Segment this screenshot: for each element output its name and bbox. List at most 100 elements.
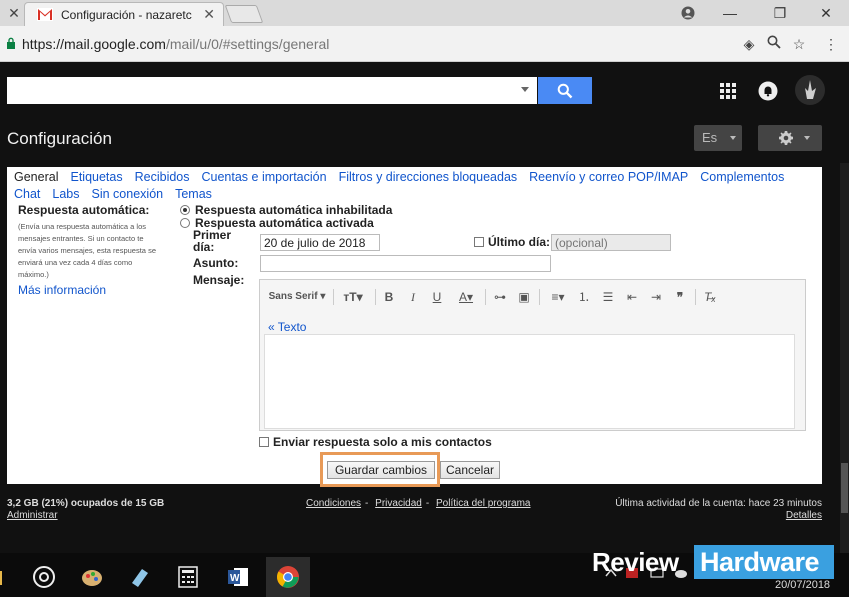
format-toolbar: Sans Serif ▾ тT▾ B I U A▾ ⊶ ▣ ≡▾ ⒈ ☰ ⇤ ⇥…	[263, 286, 798, 308]
search-input[interactable]	[7, 77, 537, 104]
indent-less-icon[interactable]: ⇤	[623, 289, 641, 305]
tab-sin-conexión[interactable]: Sin conexión	[92, 187, 164, 201]
autoreply-off-option[interactable]: Respuesta automática inhabilitada	[180, 203, 392, 217]
windows-taskbar: W Review Hardware 20/07/2018	[0, 545, 849, 597]
chevron-down-icon	[730, 136, 736, 140]
link-icon[interactable]: ⊶	[491, 289, 509, 305]
indent-more-icon[interactable]: ⇥	[647, 289, 665, 305]
subject-input[interactable]	[260, 255, 551, 272]
tab-reenvío-y-correo-pop-imap[interactable]: Reenvío y correo POP/IMAP	[529, 170, 688, 184]
site-settings-icon[interactable]: ◈	[740, 35, 758, 53]
cancel-button[interactable]: Cancelar	[440, 461, 500, 479]
notifications-bell-icon[interactable]	[758, 81, 778, 101]
align-icon[interactable]: ≡▾	[545, 289, 571, 305]
first-day-input[interactable]	[260, 234, 380, 251]
font-family-select[interactable]: Sans Serif ▾	[267, 289, 327, 305]
tab-etiquetas[interactable]: Etiquetas	[70, 170, 122, 184]
media-player-icon[interactable]	[22, 557, 66, 597]
watermark-hardware: Hardware	[694, 545, 834, 579]
save-button[interactable]: Guardar cambios	[327, 461, 435, 479]
url-field[interactable]: https://mail.google.com/mail/u/0/#settin…	[22, 36, 329, 52]
autoreply-on-radio[interactable]	[180, 218, 190, 228]
avatar[interactable]	[795, 75, 825, 105]
message-label: Mensaje:	[193, 273, 245, 287]
numbered-list-icon[interactable]: ⒈	[575, 289, 593, 305]
watermark-review: Review	[592, 547, 679, 577]
search-button[interactable]	[538, 77, 592, 104]
message-body-input[interactable]	[264, 334, 795, 429]
search-options-icon[interactable]	[521, 87, 529, 92]
paint-icon[interactable]	[70, 557, 114, 597]
chrome-menu-icon[interactable]: ⋮	[822, 35, 840, 53]
tab-close-icon[interactable]: ✕	[203, 6, 215, 23]
calculator-icon[interactable]	[166, 557, 210, 597]
tab-labs[interactable]: Labs	[52, 187, 79, 201]
chrome-icon[interactable]	[266, 557, 310, 597]
settings-panel: General Etiquetas Recibidos Cuentas e impor…	[7, 167, 822, 487]
tab-title: Configuración - nazaretc	[61, 8, 192, 22]
bookmark-star-icon[interactable]: ☆	[790, 35, 808, 53]
lock-icon	[7, 37, 15, 49]
page-title: Configuración	[7, 129, 112, 148]
bulleted-list-icon[interactable]: ☰	[599, 289, 617, 305]
storage-usage: 3,2 GB (21%) ocupados de 15 GB	[7, 498, 165, 509]
settings-header: Configuración Es	[0, 119, 849, 163]
plain-text-link[interactable]: « Texto	[268, 320, 306, 334]
gear-icon	[779, 131, 793, 145]
tab-filtros-y-direcciones-bloqueadas[interactable]: Filtros y direcciones bloqueadas	[339, 170, 518, 184]
more-info-link[interactable]: Más información	[18, 283, 168, 297]
tab-general[interactable]: General	[14, 170, 58, 184]
message-editor: Sans Serif ▾ тT▾ B I U A▾ ⊶ ▣ ≡▾ ⒈ ☰ ⇤ ⇥…	[259, 279, 806, 431]
terms-link[interactable]: Condiciones	[306, 498, 361, 509]
browser-tab-gmail[interactable]: Configuración - nazaretc ✕	[24, 2, 224, 26]
language-button[interactable]: Es	[694, 125, 742, 151]
first-day-label: Primer día:	[193, 228, 232, 254]
zoom-icon[interactable]	[765, 35, 783, 53]
word-icon[interactable]: W	[216, 557, 260, 597]
close-window-icon[interactable]: ✕	[814, 3, 838, 23]
gmail-header	[0, 63, 849, 119]
gmail-footer: 3,2 GB (21%) ocupados de 15 GB Administr…	[7, 498, 822, 522]
tab-cuentas-e-importación[interactable]: Cuentas e importación	[202, 170, 327, 184]
privacy-link[interactable]: Privacidad	[375, 498, 422, 509]
autoreply-title: Respuesta automática:	[18, 203, 150, 217]
remove-formatting-icon[interactable]: T̶ₓ	[701, 289, 719, 305]
policy-link[interactable]: Política del programa	[436, 498, 531, 509]
quote-icon[interactable]: ❞	[671, 289, 689, 305]
gmail-icon	[37, 8, 53, 21]
tab-temas[interactable]: Temas	[175, 187, 212, 201]
autoreply-off-radio[interactable]	[180, 205, 190, 215]
close-icon[interactable]: ✕	[6, 5, 22, 21]
notes-icon[interactable]	[118, 557, 162, 597]
image-icon[interactable]: ▣	[515, 289, 533, 305]
tab-recibidos[interactable]: Recibidos	[135, 170, 190, 184]
apps-grid-icon[interactable]	[720, 83, 736, 99]
contacts-only-option[interactable]: Enviar respuesta solo a mis contactos	[259, 435, 492, 449]
file-explorer-icon[interactable]	[0, 557, 14, 597]
restore-icon[interactable]: ❐	[768, 3, 792, 23]
details-link[interactable]: Detalles	[615, 510, 822, 522]
font-size-icon[interactable]: тT▾	[339, 289, 367, 305]
last-activity: Última actividad de la cuenta: hace 23 m…	[615, 498, 822, 509]
underline-icon[interactable]: U	[429, 289, 445, 305]
address-bar: https://mail.google.com/mail/u/0/#settin…	[0, 26, 849, 62]
taskbar-date: 20/07/2018	[775, 579, 831, 591]
bold-icon[interactable]: B	[381, 289, 397, 305]
contacts-only-checkbox[interactable]	[259, 437, 269, 447]
new-tab-button[interactable]	[224, 5, 264, 23]
search-icon	[557, 83, 573, 99]
autoreply-description-column: Respuesta automática: (Envía una respues…	[18, 203, 168, 297]
minimize-icon[interactable]: —	[718, 3, 742, 23]
last-day-input[interactable]	[551, 234, 671, 251]
manage-storage-link[interactable]: Administrar	[7, 510, 164, 522]
tab-complementos[interactable]: Complementos	[700, 170, 784, 184]
last-day-option[interactable]: Último día:	[474, 235, 550, 249]
italic-icon[interactable]: I	[405, 289, 421, 305]
last-day-checkbox[interactable]	[474, 237, 484, 247]
browser-tabstrip: ✕ Configuración - nazaretc ✕ — ❐ ✕	[0, 0, 849, 26]
text-color-icon[interactable]: A▾	[453, 289, 479, 305]
tab-chat[interactable]: Chat	[14, 187, 40, 201]
profile-icon[interactable]	[676, 3, 700, 23]
settings-gear-button[interactable]	[758, 125, 822, 151]
chevron-down-icon	[804, 136, 810, 140]
